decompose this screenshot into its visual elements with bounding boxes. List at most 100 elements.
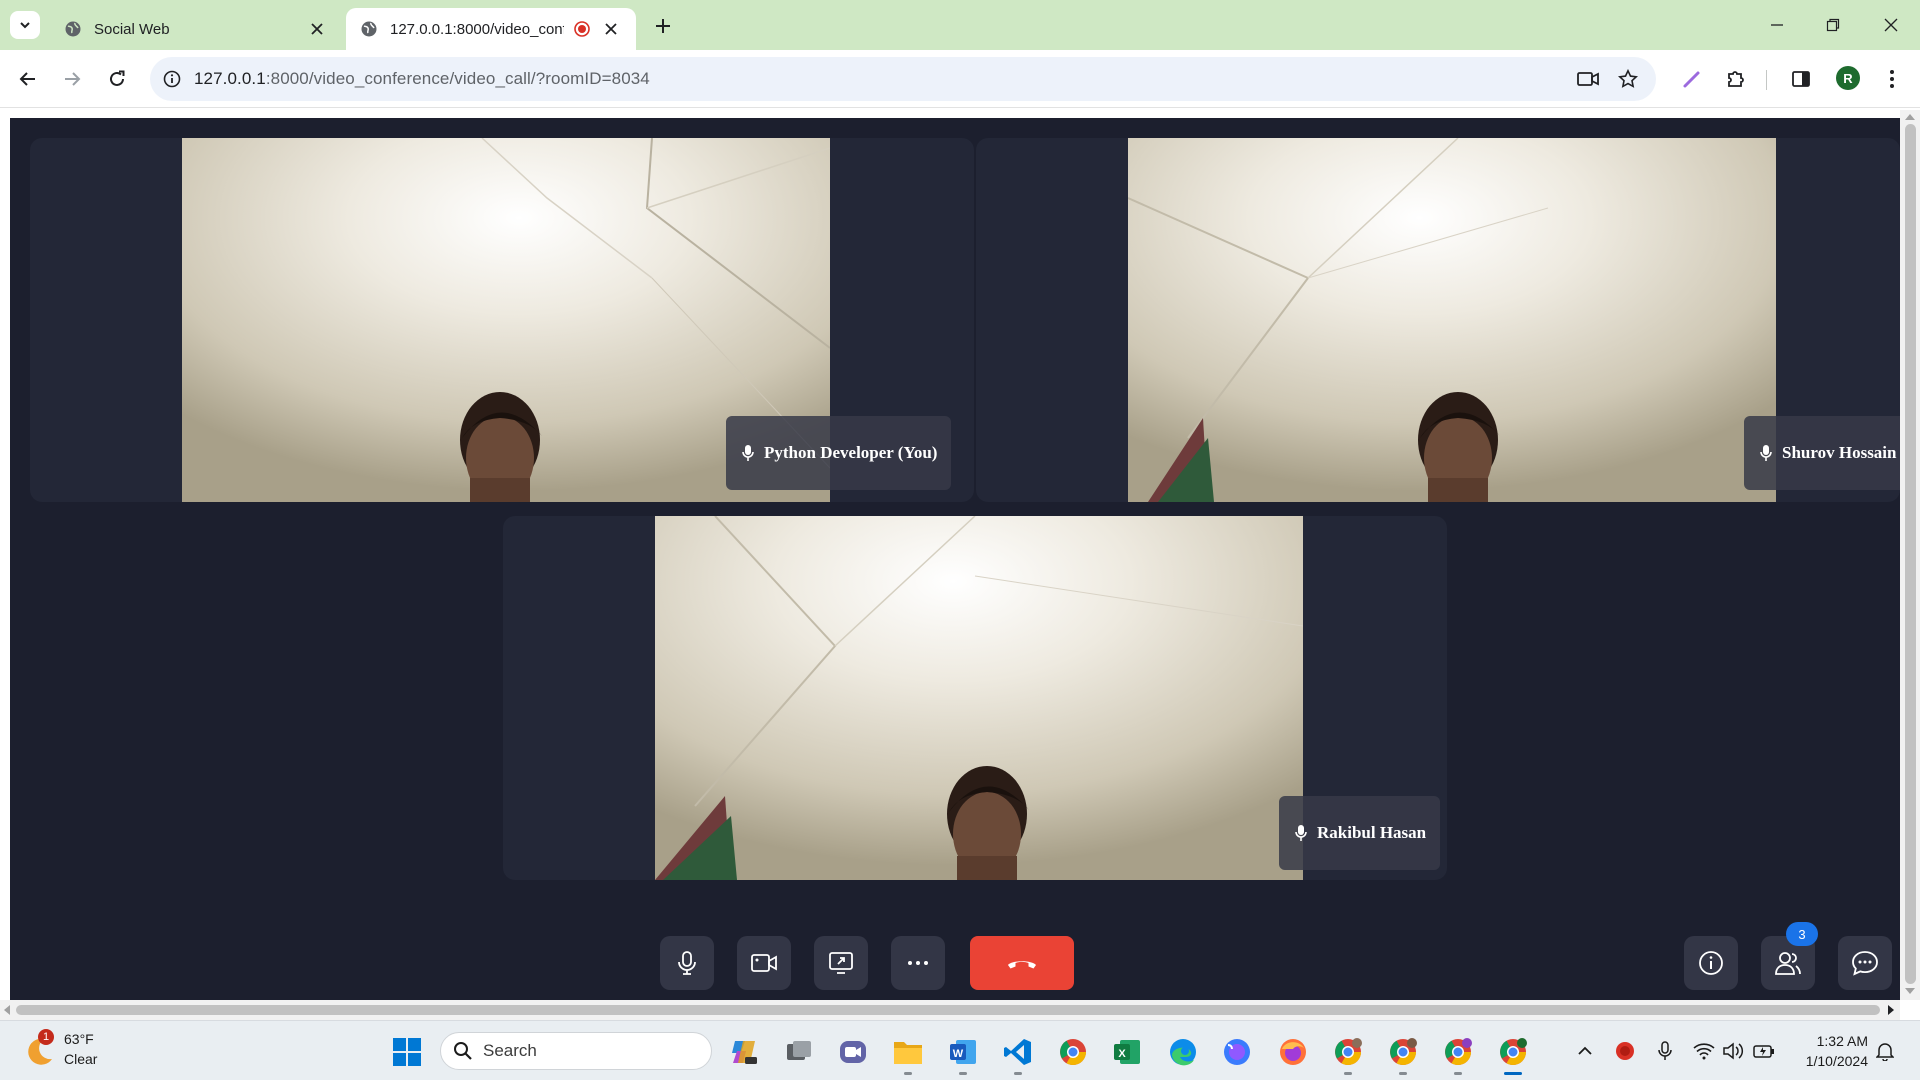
weather-alert-badge: 1 — [38, 1029, 54, 1045]
scroll-down-icon[interactable] — [1905, 988, 1915, 994]
task-view-icon — [787, 1041, 811, 1060]
more-horizontal-icon — [908, 961, 928, 965]
url-text: 127.0.0.1:8000/video_conference/video_ca… — [194, 69, 650, 89]
url-host: 127.0.0.1 — [194, 69, 266, 88]
volume-tray-icon[interactable] — [1722, 1040, 1744, 1062]
task-view-app[interactable] — [782, 1035, 816, 1069]
show-hidden-icons-button[interactable] — [1574, 1040, 1596, 1062]
extensions-button[interactable] — [1720, 63, 1752, 95]
firefox-icon — [1280, 1039, 1306, 1065]
arrow-left-icon — [19, 72, 35, 86]
microphone-button[interactable] — [660, 936, 714, 990]
app-running-indicator — [959, 1072, 967, 1075]
url-path: :8000/video_conference/video_call/?roomI… — [265, 69, 650, 88]
back-button[interactable] — [12, 63, 44, 95]
tab-social-web[interactable]: Social Web — [50, 8, 342, 50]
tab-search-button[interactable] — [10, 11, 40, 39]
firefox-app[interactable] — [1276, 1035, 1310, 1069]
pen-icon — [1683, 71, 1700, 88]
app-running-indicator — [1014, 1072, 1022, 1075]
side-panel-button[interactable] — [1785, 63, 1817, 95]
file-explorer-app[interactable] — [891, 1035, 925, 1075]
participant-name-badge: Shurov Hossain — [1744, 416, 1900, 490]
microphone-icon — [1760, 445, 1772, 461]
camera-button[interactable] — [737, 936, 791, 990]
vertical-scrollbar[interactable] — [1900, 110, 1920, 1000]
start-button[interactable] — [390, 1035, 424, 1069]
recording-tray-icon[interactable] — [1614, 1040, 1636, 1062]
microphone-icon — [742, 445, 754, 461]
profile-avatar[interactable]: R — [1836, 66, 1860, 90]
puzzle-icon — [1728, 71, 1744, 87]
video-chat-icon — [840, 1041, 866, 1063]
horizontal-scrollbar[interactable] — [0, 1000, 1900, 1020]
forward-button[interactable] — [56, 63, 88, 95]
participant-tile: Shurov Hossain — [976, 138, 1900, 502]
chat-button[interactable] — [1838, 936, 1892, 990]
tab-video-call[interactable]: 127.0.0.1:8000/video_confe — [346, 8, 636, 50]
microphone-icon — [1295, 825, 1307, 841]
wifi-icon — [1693, 1043, 1715, 1060]
browser-menu-button[interactable] — [1876, 63, 1908, 95]
chrome-profile-icon — [1335, 1038, 1362, 1066]
close-tab-icon[interactable] — [600, 18, 622, 40]
minimize-button[interactable] — [1763, 12, 1791, 38]
more-options-button[interactable] — [891, 936, 945, 990]
excel-app[interactable]: X — [1110, 1035, 1144, 1069]
room-info-button[interactable] — [1684, 936, 1738, 990]
leave-call-button[interactable] — [970, 936, 1074, 990]
vscode-app[interactable] — [1001, 1035, 1035, 1075]
arrow-right-icon — [65, 72, 81, 86]
chrome-profile-app[interactable] — [1331, 1035, 1365, 1075]
microphone-tray-icon[interactable] — [1654, 1040, 1676, 1062]
camera-in-use-button[interactable] — [1574, 65, 1602, 93]
wifi-tray-icon[interactable] — [1693, 1040, 1715, 1062]
plus-icon — [656, 19, 670, 33]
pen-extension-button[interactable] — [1676, 63, 1708, 95]
copilot-icon — [732, 1041, 757, 1064]
minimize-icon — [1771, 24, 1783, 26]
chat-bubble-icon — [1852, 951, 1878, 976]
battery-tray-icon[interactable] — [1753, 1040, 1775, 1062]
copilot-app[interactable] — [727, 1035, 761, 1069]
address-bar[interactable]: 127.0.0.1:8000/video_conference/video_ca… — [150, 57, 1656, 101]
chrome-profile-app[interactable] — [1441, 1035, 1475, 1075]
teams-chat-app[interactable] — [836, 1035, 870, 1069]
site-info-button[interactable] — [150, 57, 194, 101]
close-icon — [1884, 18, 1898, 32]
participant-tile: Python Developer (You) — [30, 138, 974, 502]
battery-charging-icon — [1753, 1045, 1774, 1058]
svg-text:X: X — [1118, 1048, 1126, 1060]
reload-button[interactable] — [101, 63, 133, 95]
bookmark-button[interactable] — [1614, 65, 1642, 93]
clock-time: 1:32 AM — [1816, 1033, 1868, 1049]
recording-indicator-icon — [574, 21, 590, 37]
chrome-profile-app[interactable] — [1386, 1035, 1420, 1075]
taskbar-search-box[interactable]: Search — [440, 1032, 712, 1070]
app-running-indicator — [904, 1072, 912, 1075]
scroll-up-icon[interactable] — [1905, 114, 1915, 120]
chrome-profile-app-active[interactable] — [1496, 1035, 1530, 1075]
new-tab-button[interactable] — [650, 13, 676, 39]
share-screen-button[interactable] — [814, 936, 868, 990]
scroll-right-icon[interactable] — [1888, 1005, 1894, 1015]
notifications-button[interactable] — [1874, 1040, 1896, 1062]
firefox-developer-icon — [1224, 1039, 1250, 1065]
microphone-icon — [678, 951, 696, 975]
participant-tile: Rakibul Hasan — [503, 516, 1447, 880]
firefox-dev-app[interactable] — [1220, 1035, 1254, 1069]
word-app[interactable]: W — [946, 1035, 980, 1075]
close-window-button[interactable] — [1877, 12, 1905, 38]
weather-widget[interactable]: 1 63°F Clear — [22, 1029, 162, 1073]
close-tab-icon[interactable] — [306, 18, 328, 40]
vertical-scrollbar-thumb[interactable] — [1905, 124, 1916, 984]
taskbar-clock[interactable]: 1:32 AM 1/10/2024 — [1788, 1031, 1868, 1071]
chrome-app[interactable] — [1056, 1035, 1090, 1069]
scroll-left-icon[interactable] — [4, 1005, 10, 1015]
browser-toolbar: 127.0.0.1:8000/video_conference/video_ca… — [0, 50, 1920, 108]
edge-app[interactable] — [1166, 1035, 1200, 1069]
horizontal-scrollbar-thumb[interactable] — [16, 1005, 1880, 1015]
hang-up-icon — [1008, 961, 1036, 969]
restore-button[interactable] — [1819, 12, 1847, 38]
speaker-icon — [1723, 1042, 1744, 1060]
